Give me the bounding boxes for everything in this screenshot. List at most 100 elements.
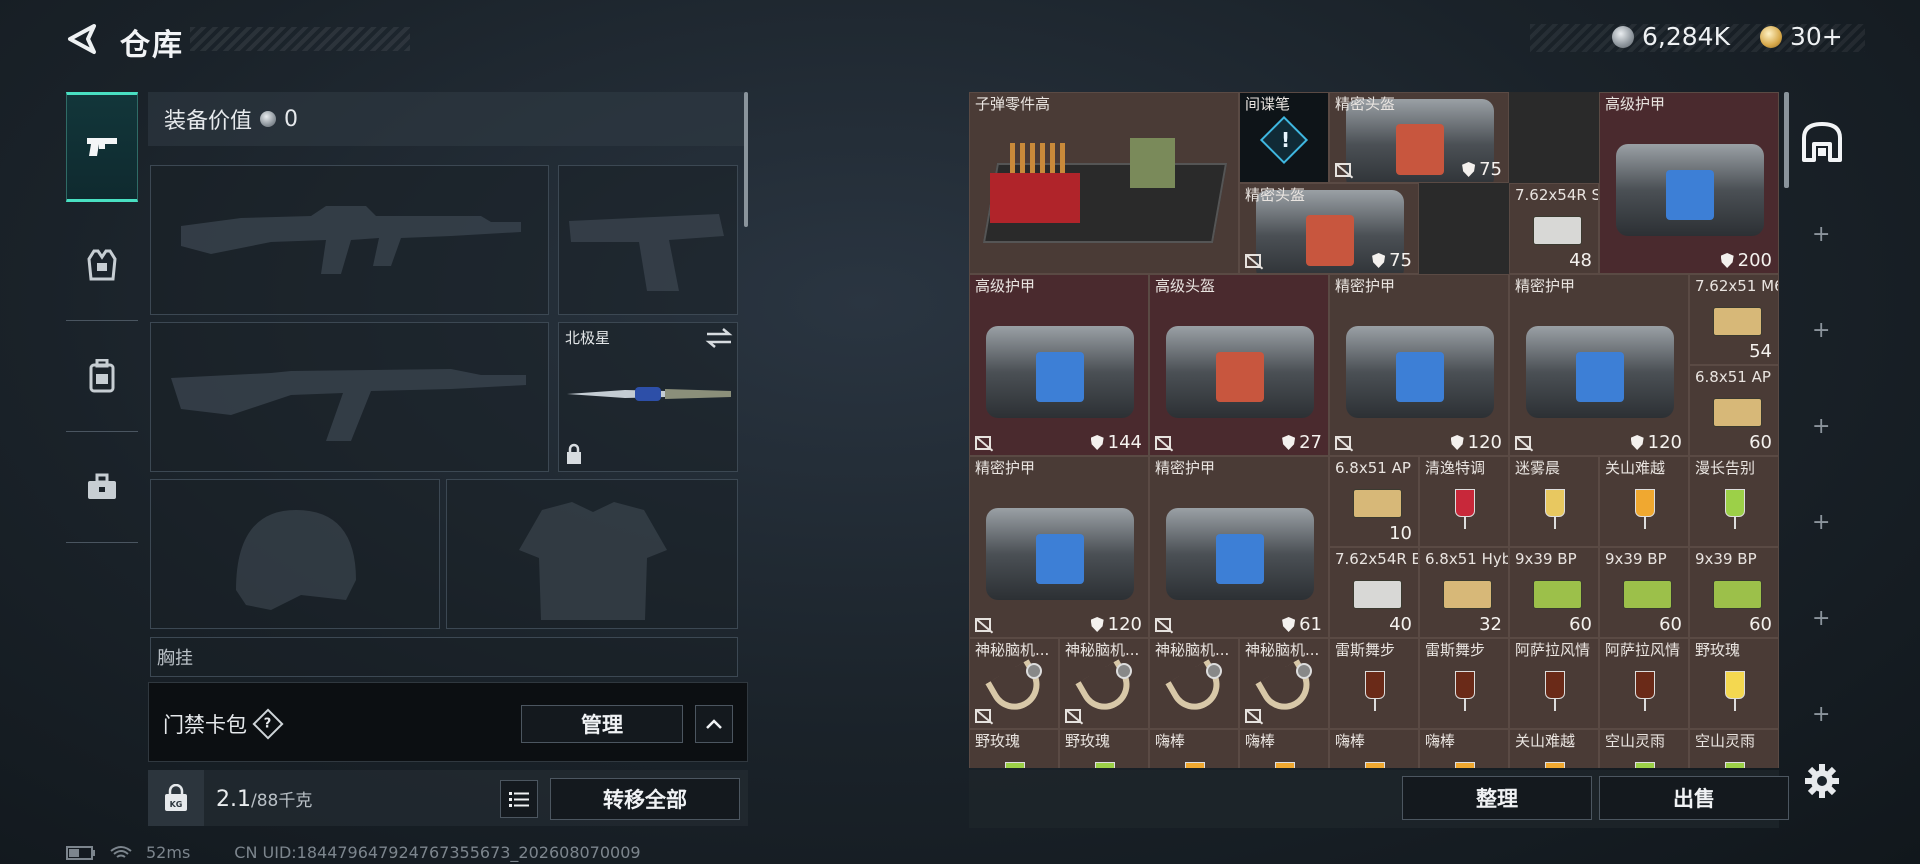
tab-armor[interactable] <box>66 210 138 320</box>
gold-currency[interactable]: 30+ <box>1760 22 1843 51</box>
inventory-item[interactable]: 7.62x54R BT 40 <box>1329 547 1419 638</box>
list-view-button[interactable] <box>500 780 538 818</box>
gear-icon[interactable] <box>1804 763 1840 799</box>
item-count-value: 120 <box>1647 432 1682 453</box>
inventory-item[interactable]: 精密护甲 120 <box>969 456 1149 638</box>
melee-slot[interactable]: 北极星 <box>558 322 738 472</box>
inventory-item[interactable]: 精密护甲 120 <box>1329 274 1509 456</box>
item-name: 间谍笔 <box>1245 95 1291 113</box>
add-slot-icon[interactable]: + <box>1812 510 1830 535</box>
inventory-item[interactable]: 阿萨拉风情 <box>1599 638 1689 729</box>
item-name: 空山灵雨 <box>1605 732 1666 750</box>
item-name: 子弹零件高 <box>975 95 1051 113</box>
add-slot-icon[interactable]: + <box>1812 318 1830 343</box>
add-slot-icon[interactable]: + <box>1812 414 1830 439</box>
silver-amount: 6,284K <box>1642 22 1730 51</box>
inventory-item[interactable]: ! 间谍笔 <box>1239 92 1329 183</box>
inventory-item[interactable]: 关山难越 <box>1509 729 1599 768</box>
tab-backpack[interactable] <box>66 321 138 431</box>
inventory-item[interactable]: 清逸特调 <box>1419 456 1509 547</box>
inventory-item[interactable]: 9x39 BP 60 <box>1509 547 1599 638</box>
inventory-item[interactable]: 精密头盔 75 <box>1239 183 1419 274</box>
inventory-item[interactable]: 嗨棒 <box>1419 729 1509 768</box>
inventory-item[interactable]: 高级头盔 27 <box>1149 274 1329 456</box>
item-count: 75 <box>1372 250 1412 271</box>
inventory-item[interactable]: 空山灵雨 <box>1689 729 1779 768</box>
inventory-item[interactable]: 野玫瑰 <box>1059 729 1149 768</box>
item-count-value: 60 <box>1749 432 1772 453</box>
item-count: 60 <box>1749 614 1772 635</box>
inventory-item[interactable]: 高级护甲 144 <box>969 274 1149 456</box>
bag-icon <box>970 275 1148 455</box>
item-count: 32 <box>1479 614 1502 635</box>
inventory-item[interactable]: 高级护甲 200 <box>1599 92 1779 274</box>
add-slot-icon[interactable]: + <box>1812 222 1830 247</box>
inventory-item[interactable]: 漫长告别 <box>1689 456 1779 547</box>
item-count: 120 <box>1630 432 1682 453</box>
inventory-item[interactable]: 雷斯舞步 <box>1419 638 1509 729</box>
pistol-slot[interactable] <box>558 165 738 315</box>
bag-icon <box>1150 457 1328 637</box>
sell-button[interactable]: 出售 <box>1599 776 1789 820</box>
sort-button[interactable]: 整理 <box>1402 776 1592 820</box>
tab-weapons[interactable] <box>66 92 138 202</box>
armor-slot[interactable] <box>446 479 738 629</box>
inventory-item[interactable]: 7.62x54R SNB 48 <box>1509 183 1599 274</box>
inventory-item[interactable]: 精密护甲 61 <box>1149 456 1329 638</box>
inventory-item[interactable]: 阿萨拉风情 <box>1509 638 1599 729</box>
battery-icon <box>66 845 95 860</box>
inventory-item[interactable]: 嗨棒 <box>1149 729 1239 768</box>
inventory-item[interactable]: 嗨棒 <box>1329 729 1419 768</box>
item-name: 嗨棒 <box>1155 732 1186 750</box>
expand-button[interactable] <box>695 705 733 743</box>
pistol-icon <box>87 138 117 156</box>
inventory-item[interactable]: 9x39 BP 60 <box>1599 547 1689 638</box>
inventory-item[interactable]: 神秘脑机... <box>1059 638 1149 729</box>
inventory-item[interactable]: 7.62x51 M62 54 <box>1689 274 1779 365</box>
inventory-item[interactable]: 9x39 BP 60 <box>1689 547 1779 638</box>
manage-button[interactable]: 管理 <box>521 705 683 743</box>
backpack-icon <box>89 359 115 393</box>
inventory-item[interactable]: 6.8x51 AP 60 <box>1689 365 1779 456</box>
inventory-item[interactable]: 子弹零件高 <box>969 92 1239 274</box>
item-count-value: 120 <box>1467 432 1502 453</box>
inventory-item[interactable]: 关山难越 <box>1599 456 1689 547</box>
item-name: 精密护甲 <box>975 459 1036 477</box>
not-insured-icon <box>1245 254 1261 268</box>
inventory-item[interactable]: 野玫瑰 <box>1689 638 1779 729</box>
swap-icon[interactable] <box>705 327 733 349</box>
item-count: 120 <box>1090 614 1142 635</box>
inventory-item[interactable]: 雷斯舞步 <box>1329 638 1419 729</box>
chest-rig-slot[interactable]: 胸挂 <box>150 637 738 677</box>
inventory-item[interactable]: 迷雾晨 <box>1509 456 1599 547</box>
item-count: 75 <box>1462 159 1502 180</box>
item-name: 嗨棒 <box>1245 732 1276 750</box>
primary-weapon-slot[interactable] <box>150 165 549 315</box>
tab-toolbox[interactable] <box>66 432 138 542</box>
equipment-scrollbar[interactable] <box>744 92 748 227</box>
item-name: 关山难越 <box>1605 459 1666 477</box>
secondary-weapon-slot[interactable] <box>150 322 549 472</box>
item-name: 神秘脑机... <box>1155 641 1230 659</box>
transfer-all-button[interactable]: 转移全部 <box>550 778 740 820</box>
add-slot-icon[interactable]: + <box>1812 606 1830 631</box>
warehouse-icon[interactable] <box>1800 120 1844 164</box>
add-slot-icon[interactable]: + <box>1812 702 1830 727</box>
inventory-item[interactable]: 6.8x51 Hybrid 32 <box>1419 547 1509 638</box>
inventory-item[interactable]: 野玫瑰 <box>969 729 1059 768</box>
inventory-item[interactable]: 精密护甲 120 <box>1509 274 1689 456</box>
help-icon[interactable]: ? <box>252 708 284 740</box>
inventory-item[interactable]: 神秘脑机... <box>1239 638 1329 729</box>
inventory-item[interactable]: 空山灵雨 <box>1599 729 1689 768</box>
inventory-item[interactable]: 嗨棒 <box>1239 729 1329 768</box>
warehouse-scrollbar[interactable] <box>1784 92 1789 188</box>
helmet-slot[interactable] <box>150 479 440 629</box>
inventory-item[interactable]: 神秘脑机... <box>969 638 1059 729</box>
inventory-item[interactable]: 神秘脑机... <box>1149 638 1239 729</box>
not-insured-icon <box>1155 618 1171 632</box>
inventory-item[interactable]: 6.8x51 AP 10 <box>1329 456 1419 547</box>
back-arrow-icon[interactable] <box>64 22 98 56</box>
bag-icon <box>1150 275 1328 455</box>
inventory-item[interactable]: 精密头盔 75 <box>1329 92 1509 183</box>
item-name: 9x39 BP <box>1515 550 1577 568</box>
